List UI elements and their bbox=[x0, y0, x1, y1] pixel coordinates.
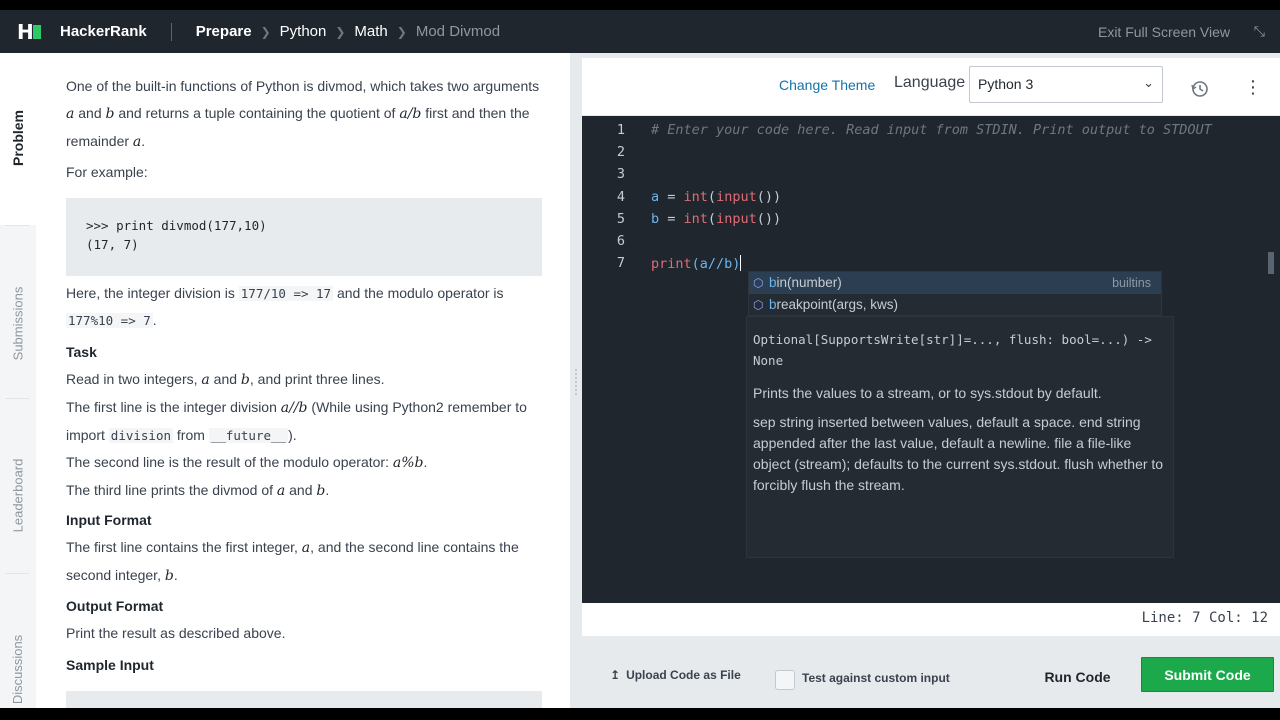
upload-code-button[interactable]: ↥ Upload Code as File bbox=[610, 668, 741, 682]
sample-input-heading: Sample Input bbox=[66, 657, 154, 673]
custom-input-checkbox[interactable] bbox=[775, 670, 795, 690]
line-number: 7 bbox=[616, 255, 625, 271]
output-format-heading: Output Format bbox=[66, 598, 164, 614]
line-number: 5 bbox=[616, 211, 625, 227]
cube-icon: ⬡ bbox=[753, 298, 764, 312]
submit-code-button[interactable]: Submit Code bbox=[1141, 657, 1274, 692]
breadcrumb-prepare[interactable]: Prepare bbox=[196, 23, 252, 40]
hackerrank-logo-icon[interactable]: H bbox=[17, 22, 43, 42]
breadcrumb-python[interactable]: Python bbox=[280, 23, 327, 40]
editor-panel: Change Theme Language Python 3 ⌄ ⋮ 1 2 3… bbox=[582, 53, 1280, 708]
tab-problem[interactable]: Problem bbox=[0, 93, 36, 183]
breadcrumb-current: Mod Divmod bbox=[415, 23, 501, 40]
code-line-7: print(a//b) bbox=[651, 255, 742, 272]
autocomplete-popup: ⬡ bin(number) builtins ⬡ breakpoint(args… bbox=[748, 271, 1162, 316]
code-line-5: b = int(input()) bbox=[651, 211, 782, 227]
divider bbox=[5, 398, 29, 399]
chevron-down-icon: ⌄ bbox=[1143, 75, 1154, 90]
editor-scrollbar[interactable] bbox=[1268, 252, 1274, 274]
chevron-right-icon: ❯ bbox=[335, 24, 346, 39]
run-code-button[interactable]: Run Code bbox=[1027, 660, 1128, 693]
problem-intro: One of the built-in functions of Python … bbox=[66, 78, 540, 150]
suggestion-item[interactable]: ⬡ bin(number) builtins bbox=[749, 272, 1161, 294]
task-section: Task Read in two integers, a and b, and … bbox=[66, 339, 542, 505]
editor-status-bar: Line: 7 Col: 12 bbox=[582, 603, 1280, 636]
tab-leaderboard[interactable]: Leaderboard bbox=[0, 445, 36, 545]
action-bar: ↥ Upload Code as File Test against custom… bbox=[582, 636, 1280, 708]
suggestion-item[interactable]: ⬡ breakpoint(args, kws) bbox=[749, 294, 1161, 316]
panel-resize-handle[interactable] bbox=[570, 53, 582, 708]
divider bbox=[5, 573, 29, 574]
cursor-position: Line: 7 Col: 12 bbox=[1141, 610, 1268, 626]
drag-grip-icon bbox=[574, 368, 578, 396]
top-nav-bar: H HackerRank Prepare ❯ Python ❯ Math ❯ M… bbox=[0, 10, 1280, 53]
code-line-1: # Enter your code here. Read input from … bbox=[651, 122, 1212, 138]
sample-input-section: Sample Input bbox=[66, 652, 542, 679]
chevron-right-icon: ❯ bbox=[260, 24, 271, 39]
task-heading: Task bbox=[66, 344, 97, 360]
input-format-heading: Input Format bbox=[66, 512, 152, 528]
line-number: 1 bbox=[616, 122, 625, 138]
line-number: 2 bbox=[616, 144, 625, 160]
tab-submissions[interactable]: Submissions bbox=[0, 273, 36, 373]
exit-fullscreen-link[interactable]: Exit Full Screen View bbox=[1098, 24, 1230, 40]
more-options-icon[interactable]: ⋮ bbox=[1244, 77, 1262, 97]
line-number: 4 bbox=[616, 189, 625, 205]
chevron-right-icon: ❯ bbox=[396, 24, 407, 39]
brand-name[interactable]: HackerRank bbox=[60, 23, 147, 40]
code-line-4: a = int(input()) bbox=[651, 189, 782, 205]
output-format-section: Output Format Print the result as descri… bbox=[66, 593, 542, 647]
side-tabs: Problem Submissions Leaderboard Discussi… bbox=[0, 53, 36, 708]
collapse-fullscreen-icon[interactable]: ⤡ bbox=[1254, 23, 1265, 40]
line-number: 3 bbox=[616, 166, 625, 182]
cube-icon: ⬡ bbox=[753, 276, 764, 290]
divider bbox=[170, 22, 172, 41]
tab-discussions[interactable]: Discussions bbox=[0, 619, 36, 708]
language-value: Python 3 bbox=[978, 76, 1034, 92]
breadcrumb-math[interactable]: Math bbox=[354, 23, 387, 40]
text-cursor bbox=[740, 255, 742, 271]
language-select[interactable]: Python 3 ⌄ bbox=[969, 66, 1163, 103]
language-label: Language bbox=[894, 74, 966, 91]
upload-icon: ↥ bbox=[610, 668, 621, 682]
custom-input-label[interactable]: Test against custom input bbox=[802, 671, 950, 685]
change-theme-link[interactable]: Change Theme bbox=[779, 77, 875, 93]
for-example-label: For example: bbox=[66, 164, 148, 180]
line-number: 6 bbox=[616, 233, 625, 249]
hover-documentation: Optional[SupportsWrite[str]]=..., flush:… bbox=[746, 316, 1174, 558]
function-params: sep string inserted between values, defa… bbox=[753, 414, 1164, 493]
function-description: Prints the values to a stream, or to sys… bbox=[753, 385, 1102, 401]
history-icon[interactable] bbox=[1190, 79, 1210, 99]
problem-panel: Problem Submissions Leaderboard Discussi… bbox=[0, 53, 570, 708]
example-explanation: Here, the integer division is 177/10 => … bbox=[66, 285, 504, 328]
divider bbox=[5, 225, 29, 226]
example-code-block: >>> print divmod(177,10) (17, 7) bbox=[66, 198, 542, 276]
editor-toolbar: Change Theme Language Python 3 ⌄ ⋮ bbox=[582, 58, 1280, 115]
function-signature: Optional[SupportsWrite[str]]=..., flush:… bbox=[753, 332, 1160, 368]
code-editor[interactable]: 1 2 3 4 5 6 7 # Enter your code here. Re… bbox=[582, 116, 1280, 603]
sample-input-block bbox=[66, 691, 542, 708]
input-format-section: Input Format The first line contains the… bbox=[66, 507, 542, 590]
